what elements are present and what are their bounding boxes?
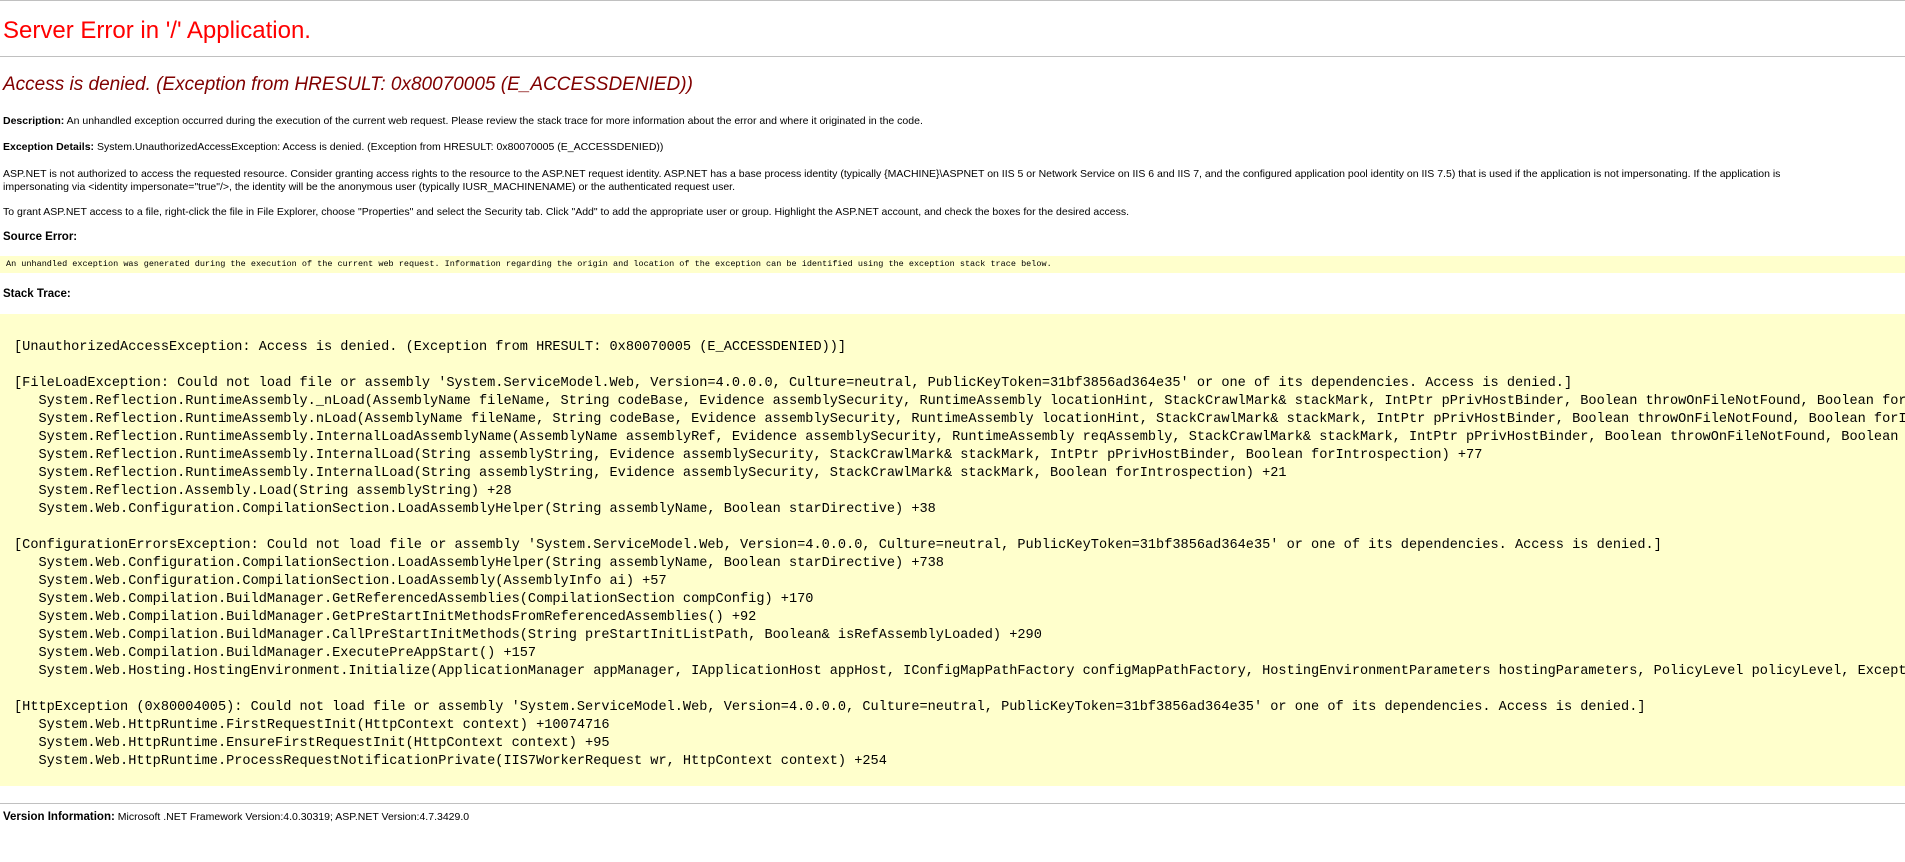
exception-details-label: Exception Details: <box>3 141 95 153</box>
page-title: Server Error in '/' Application. <box>3 17 311 44</box>
source-error-label: Source Error: <box>3 231 78 243</box>
version-text: Microsoft .NET Framework Version:4.0.303… <box>117 811 470 823</box>
stack-trace-line: [FileLoadException: Could not load file … <box>14 376 1573 391</box>
error-heading: Access is denied. (Exception from HRESUL… <box>3 74 693 95</box>
stack-trace-line: System.Web.Configuration.CompilationSect… <box>14 574 667 589</box>
stack-trace-line: System.Web.Compilation.BuildManager.Call… <box>14 628 1042 643</box>
description-label: Description: <box>3 115 65 127</box>
version-information-line: Version Information: Microsoft .NET Fram… <box>3 811 469 823</box>
source-error-box: An unhandled exception was generated dur… <box>0 256 1905 273</box>
stack-trace-line: System.Web.Configuration.CompilationSect… <box>14 502 936 517</box>
stack-trace-line: System.Reflection.RuntimeAssembly.Intern… <box>14 466 1287 481</box>
stack-trace-line: System.Web.Configuration.CompilationSect… <box>14 556 944 571</box>
description-line: Description: An unhandled exception occu… <box>3 115 923 127</box>
stack-trace-line: System.Web.HttpRuntime.ProcessRequestNot… <box>14 754 887 769</box>
exception-details-text: System.UnauthorizedAccessException: Acce… <box>96 141 664 153</box>
exception-details-line: Exception Details: System.UnauthorizedAc… <box>3 141 663 153</box>
stack-trace-line: System.Web.HttpRuntime.FirstRequestInit(… <box>14 718 610 733</box>
description-text: An unhandled exception occurred during t… <box>66 115 923 127</box>
top-divider <box>0 0 1905 1</box>
stack-trace-line: System.Reflection.RuntimeAssembly._nLoad… <box>14 394 1905 409</box>
version-label: Version Information: <box>3 811 115 823</box>
bottom-divider <box>0 803 1905 804</box>
stack-trace-line: System.Reflection.RuntimeAssembly.nLoad(… <box>14 412 1905 427</box>
stack-trace-line: System.Reflection.RuntimeAssembly.Intern… <box>14 448 1483 463</box>
stack-trace-line: System.Web.Compilation.BuildManager.Exec… <box>14 646 537 661</box>
source-error-text: An unhandled exception was generated dur… <box>6 259 1052 269</box>
stack-trace-line: [ConfigurationErrorsException: Could not… <box>14 538 1662 553</box>
stack-trace-line: System.Web.Hosting.HostingEnvironment.In… <box>14 664 1905 679</box>
stack-trace-label: Stack Trace: <box>3 288 71 300</box>
stack-trace-line: System.Web.HttpRuntime.EnsureFirstReques… <box>14 736 610 751</box>
stack-trace-line: System.Web.Compilation.BuildManager.GetP… <box>14 610 757 625</box>
stack-trace-line: [HttpException (0x80004005): Could not l… <box>14 700 1646 715</box>
stack-trace-line: [UnauthorizedAccessException: Access is … <box>14 340 847 355</box>
stack-trace-line: System.Reflection.Assembly.Load(String a… <box>14 484 512 499</box>
grant-access-text: To grant ASP.NET access to a file, right… <box>3 206 1129 218</box>
stack-trace-line: System.Reflection.RuntimeAssembly.Intern… <box>14 430 1905 445</box>
stack-trace-box: [UnauthorizedAccessException: Access is … <box>0 314 1905 786</box>
explanation-line: impersonating via <identity impersonate=… <box>3 181 736 193</box>
title-divider <box>0 56 1905 57</box>
stack-trace-line: System.Web.Compilation.BuildManager.GetR… <box>14 592 814 607</box>
explanation-line: ASP.NET is not authorized to access the … <box>3 168 1781 180</box>
